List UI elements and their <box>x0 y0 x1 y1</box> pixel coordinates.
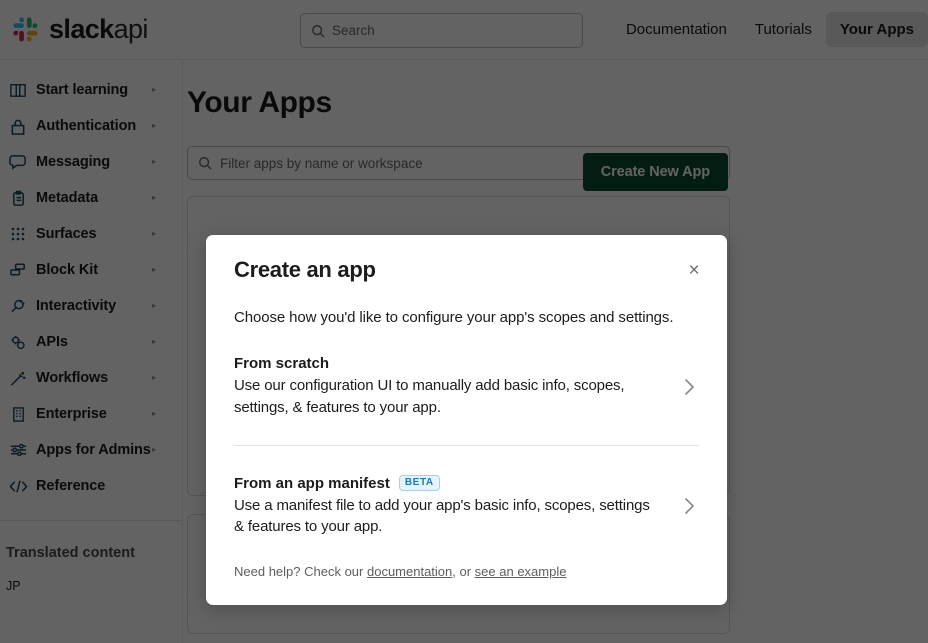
option-heading: From scratch <box>234 355 330 372</box>
option-description: Use our configuration UI to manually add… <box>234 377 625 416</box>
footer-prefix-text: Need help? Check our <box>234 564 367 579</box>
option-heading: From an app manifest <box>234 474 390 492</box>
option-from-scratch[interactable]: From scratch Use our configuration UI to… <box>234 326 699 419</box>
option-from-app-manifest[interactable]: From an app manifest BETA Use a manifest… <box>234 446 699 539</box>
chevron-right-icon <box>679 378 699 396</box>
chevron-right-icon <box>679 497 699 515</box>
footer-middle-text: , or <box>452 564 475 579</box>
modal-footer-help: Need help? Check our documentation, or s… <box>234 538 699 579</box>
modal-subtitle: Choose how you'd like to configure your … <box>234 309 674 326</box>
option-description: Use a manifest file to add your app's ba… <box>234 496 650 536</box>
close-icon[interactable]: × <box>683 259 705 281</box>
create-app-modal: Create an app × Choose how you'd like to… <box>206 235 727 605</box>
documentation-link[interactable]: documentation <box>367 564 452 579</box>
modal-title: Create an app <box>234 257 376 282</box>
app-root: slackapi Search Documentation Tutorials … <box>0 0 928 643</box>
beta-badge: BETA <box>398 475 440 491</box>
see-an-example-link[interactable]: see an example <box>475 564 567 579</box>
